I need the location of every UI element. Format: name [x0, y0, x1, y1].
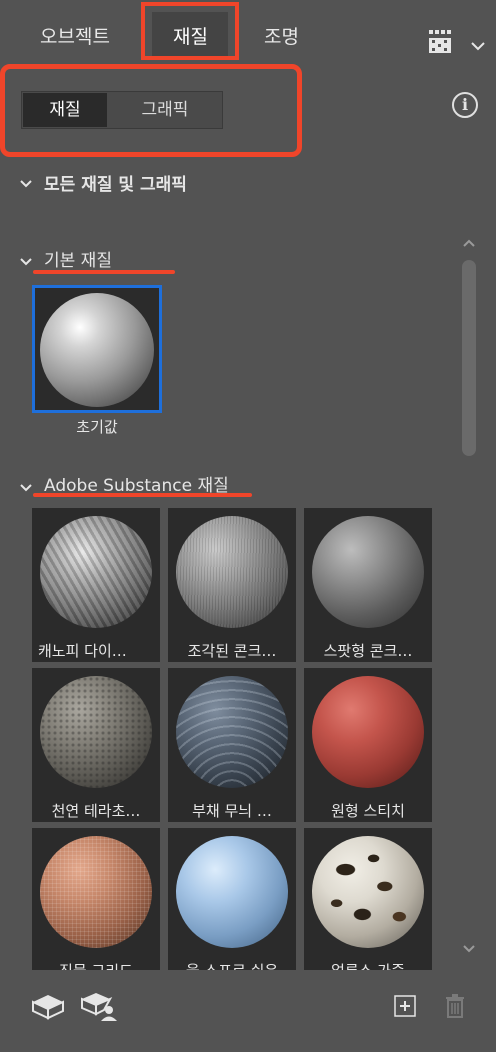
material-tile-default[interactable]: [32, 285, 162, 413]
scroll-thumb[interactable]: [462, 260, 476, 456]
material-tile[interactable]: [304, 668, 432, 796]
scrollbar[interactable]: [458, 234, 480, 962]
segment-materials[interactable]: 재질: [23, 93, 107, 127]
section-basic-header[interactable]: 기본 재질: [44, 246, 112, 271]
material-label: 초기값: [76, 418, 118, 436]
add-icon[interactable]: [394, 995, 416, 1021]
tab-materials[interactable]: 재질: [173, 22, 208, 49]
chevron-down-icon: [463, 945, 475, 953]
sphere-preview: [176, 516, 288, 628]
sphere-preview: [176, 836, 288, 948]
sphere-preview: [40, 836, 152, 948]
material-tile[interactable]: [168, 828, 296, 956]
sphere-preview: [312, 676, 424, 788]
segmented-control: 재질 그래픽: [21, 91, 223, 129]
material-tile[interactable]: [168, 508, 296, 636]
underline-annotation: [33, 270, 175, 274]
material-label: 천연 테라초…: [51, 802, 141, 820]
section-all-header[interactable]: 모든 재질 및 그래픽: [44, 170, 187, 195]
material-label: 직물 그리드: [32, 962, 160, 970]
material-tile[interactable]: [168, 668, 296, 796]
bottom-toolbar: [0, 970, 496, 1052]
user-object-icon[interactable]: [80, 990, 120, 1026]
chevron-down-icon[interactable]: [20, 174, 32, 188]
sphere-preview: [40, 676, 152, 788]
material-tile[interactable]: [32, 508, 160, 636]
chevron-down-icon[interactable]: [20, 478, 32, 492]
view-options-icon[interactable]: [428, 28, 458, 54]
sphere-preview: [176, 676, 288, 788]
material-label: 조각된 콘크…: [187, 642, 277, 660]
material-tile[interactable]: [32, 828, 160, 956]
underline-annotation: [33, 493, 252, 497]
trash-icon[interactable]: [444, 993, 466, 1023]
sphere-preview: [312, 516, 424, 628]
material-label: 캐노피 다이…: [38, 642, 127, 660]
add-3d-object-icon[interactable]: [30, 992, 66, 1024]
chevron-down-icon[interactable]: [20, 252, 32, 266]
material-tile[interactable]: [304, 828, 432, 956]
material-label: 울 스프로 쉬운: [168, 962, 296, 970]
info-icon[interactable]: i: [452, 92, 478, 118]
tab-lighting[interactable]: 조명: [264, 22, 299, 49]
material-label: 부채 무늬 …: [192, 802, 272, 820]
chevron-up-icon: [463, 239, 475, 247]
material-label: 얼룩소 가죽: [304, 962, 432, 970]
material-tile[interactable]: [304, 508, 432, 636]
material-tile[interactable]: [32, 668, 160, 796]
chevron-down-icon[interactable]: [470, 36, 486, 55]
segment-graphics[interactable]: 그래픽: [108, 93, 222, 127]
material-label: 스팟형 콘크…: [323, 642, 413, 660]
sphere-preview: [40, 516, 152, 628]
tab-objects[interactable]: 오브젝트: [40, 22, 110, 49]
sphere-preview: [312, 836, 424, 948]
sphere-preview: [40, 293, 154, 407]
material-label: 원형 스티치: [331, 802, 405, 820]
